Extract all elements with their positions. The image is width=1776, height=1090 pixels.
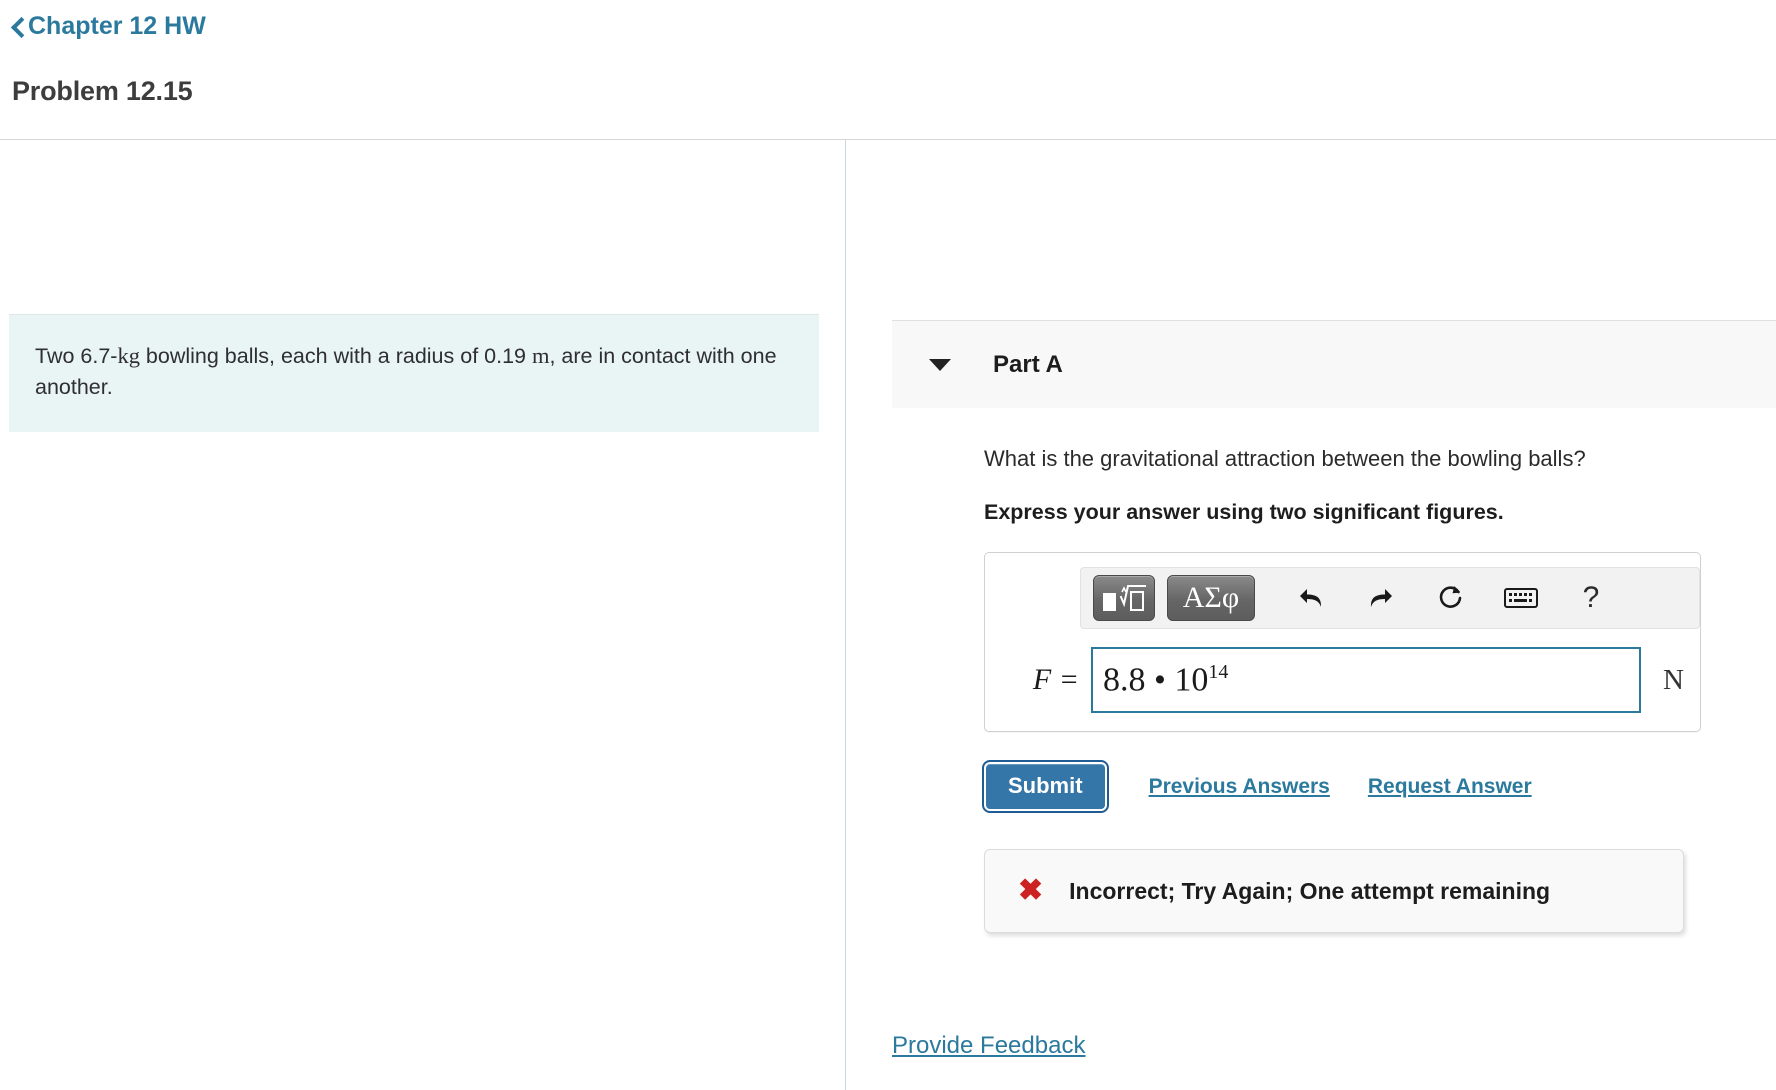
problem-statement-pane: Two 6.7-kg bowling balls, each with a ra… [0,140,846,1090]
part-a-label: Part A [993,350,1063,378]
submit-row: Submit Previous Answers Request Answer [982,760,1776,813]
reset-button[interactable] [1421,575,1481,621]
answer-unit-label: N [1663,663,1684,696]
page-title: Problem 12.15 [12,75,193,106]
reset-circular-arrow-icon [1439,586,1462,608]
greek-symbols-button[interactable]: ΑΣφ [1167,575,1255,621]
page-header: Chapter 12 HW Problem 12.15 [0,0,1776,140]
answer-panel: ΑΣφ ? F = 8.8 • 1014 N [984,552,1701,732]
nth-root-icon [1103,585,1146,611]
keyboard-icon [1504,588,1538,608]
math-toolbar: ΑΣφ ? [1080,567,1700,629]
breadcrumb-label: Chapter 12 HW [28,12,206,40]
result-message-box: ✖ Incorrect; Try Again; One attempt rema… [984,849,1684,933]
provide-feedback-link[interactable]: Provide Feedback [892,1032,1085,1060]
answer-variable-label: F = [1032,663,1079,696]
undo-button[interactable] [1281,575,1341,621]
statement-text-2: bowling balls, each with a radius of 0.1… [139,344,532,368]
problem-statement: Two 6.7-kg bowling balls, each with a ra… [9,314,819,433]
redo-arrow-icon [1370,589,1392,607]
breadcrumb-back-link[interactable]: Chapter 12 HW [10,14,206,39]
undo-arrow-icon [1300,589,1322,607]
red-x-icon: ✖ [1018,874,1044,907]
request-answer-link[interactable]: Request Answer [1368,775,1532,799]
answer-mantissa: 8.8 • 10 [1103,661,1209,699]
submit-button[interactable]: Submit [982,760,1109,813]
statement-text-1: Two 6.7- [35,344,118,368]
previous-answers-link[interactable]: Previous Answers [1149,775,1330,799]
part-a-body: What is the gravitational attraction bet… [892,446,1776,933]
help-label: ? [1582,581,1600,614]
answer-exponent: 14 [1208,661,1229,684]
answer-input[interactable]: 8.8 • 1014 [1091,647,1642,713]
greek-symbols-label: ΑΣφ [1182,581,1240,614]
content-area: Two 6.7-kg bowling balls, each with a ra… [0,140,1776,1090]
question-text: What is the gravitational attraction bet… [984,446,1586,471]
keyboard-button[interactable] [1491,575,1551,621]
unit-kilogram: kg [117,343,140,368]
unit-meter: m [531,343,550,368]
caret-down-icon[interactable] [929,358,951,371]
instruction-text: Express your answer using two significan… [984,500,1504,524]
redo-button[interactable] [1351,575,1411,621]
result-message: Incorrect; Try Again; One attempt remain… [1069,877,1551,904]
answer-row: F = 8.8 • 1014 N [1013,647,1684,713]
part-a-header[interactable]: Part A [892,320,1776,408]
answer-value: 8.8 • 1014 [1103,662,1228,697]
answer-pane: Part A What is the gravitational attract… [846,140,1776,1090]
math-template-button[interactable] [1093,575,1155,621]
help-button[interactable]: ? [1561,575,1621,621]
chevron-left-icon [10,15,26,39]
